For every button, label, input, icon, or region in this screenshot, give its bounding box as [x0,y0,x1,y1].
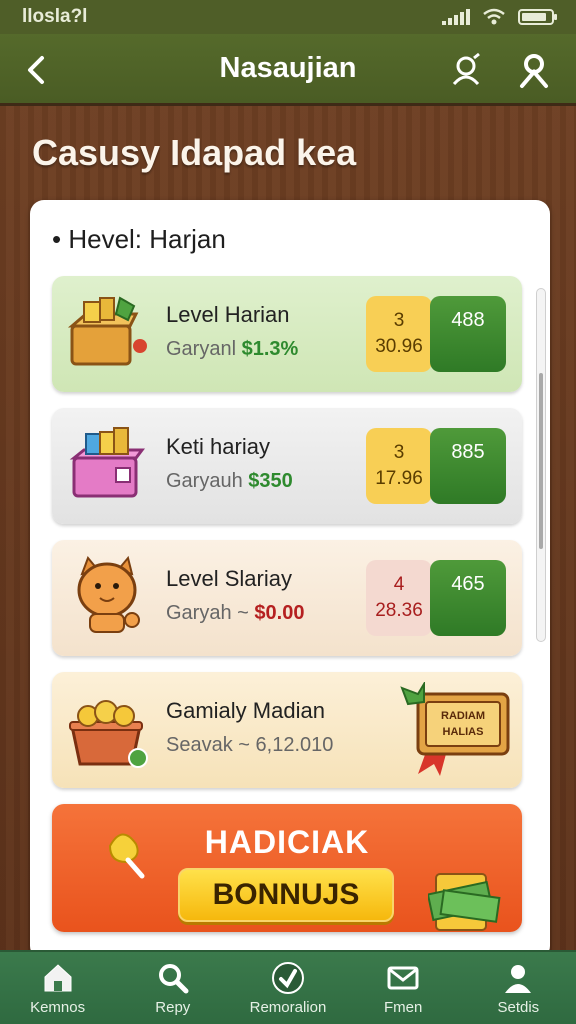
wifi-icon [483,8,505,25]
badge-value: 30.96 [375,336,423,357]
nav-item-mail[interactable]: Fmen [353,961,453,1016]
badge-icon [271,961,304,994]
score-value: 488 [451,309,485,331]
badge-level: 4 [393,574,405,595]
nav-label: Repy [155,998,191,1016]
levels-panel: • Hevel: Harjan Level Harian Garyanl $1.… [30,200,550,960]
app-title: Nasaujian [219,52,357,84]
row-amount: $0.00 [254,602,305,624]
level-row[interactable]: Level Harian Garyanl $1.3% 3 30.96 488 [52,276,522,392]
nav-label: Remoralion [249,998,327,1016]
row-subtitle: Garyanl $1.3% [166,338,298,361]
level-badge: 3 30.96 [366,296,432,372]
reward-tag-icon[interactable]: RADIAM HALIAS [396,682,512,778]
badge-level: 3 [393,442,405,463]
score-badge[interactable]: 465 [430,560,506,636]
score-badge[interactable]: 488 [430,296,506,372]
row-sub-label: Garyanl [166,338,237,360]
app-bar: Nasaujian [0,34,576,106]
mail-icon [387,966,419,989]
score-value: 885 [451,441,485,463]
row-amount: $1.3% [241,338,299,360]
search-icon [158,963,189,993]
battery-icon [518,9,557,25]
cash-register-icon [428,873,501,931]
row-sub-label: Seavak ~ [166,734,250,756]
user-icon[interactable] [514,50,554,90]
nav-item-search[interactable]: Repy [123,961,223,1016]
level-badge: 3 17.96 [366,428,432,504]
chevron-left-icon [28,56,44,84]
bonus-button[interactable]: BONNUJS [178,868,394,922]
row-amount: $350 [248,470,293,492]
coin-pot-icon [69,700,148,768]
reward-tag-line2: HALIAS [443,726,484,738]
badge-value: 17.96 [375,468,423,489]
status-icons [442,8,557,26]
badge-level: 3 [393,310,405,331]
status-bar: llosla?l [0,0,576,34]
row-title: Level Harian [166,302,290,327]
nav-item-home[interactable]: Kemnos [8,961,108,1016]
profile-icon [505,964,532,993]
score-badge[interactable]: 885 [430,428,506,504]
bonus-banner[interactable]: HADICIAK BONNUJS [52,804,522,932]
score-value: 465 [451,573,485,595]
profile-search-icon[interactable] [446,50,486,90]
status-time: llosla?l [22,6,88,27]
nav-item-rewards[interactable]: Remoralion [238,961,338,1016]
level-badge: 4 28.36 [366,560,432,636]
bonus-title: HADICIAK [204,824,370,860]
row-title: Gamialy Madian [166,698,325,723]
gift-box-icon [67,296,147,366]
panel-subtitle: • Hevel: Harjan [52,224,226,254]
scrollbar[interactable] [536,288,546,642]
row-subtitle: Seavak ~ 6,12.010 [166,734,333,757]
nav-label: Setdis [497,998,540,1016]
back-button[interactable] [18,50,54,90]
bottom-nav: Kemnos Repy Remoralion Fmen Setdis [0,950,576,1024]
row-title: Level Slariay [166,566,292,591]
level-row[interactable]: Level Slariay Garyah ~ $0.00 4 28.36 465 [52,540,522,656]
panel-subtitle-text: Hevel: Harjan [68,224,226,254]
row-subtitle: Garyah ~ $0.00 [166,602,304,625]
nav-item-settings[interactable]: Setdis [468,961,568,1016]
home-icon [44,963,72,991]
row-title: Keti hariay [166,434,270,459]
signal-icon [442,9,470,25]
level-row[interactable]: Gamialy Madian Seavak ~ 6,12.010 RADIAM … [52,672,522,788]
treasure-box-icon [69,427,145,498]
reward-tag-line1: RADIAM [441,710,485,722]
row-sub-label: Garyauh [166,470,243,492]
level-row[interactable]: Keti hariay Garyauh $350 3 17.96 885 [52,408,522,524]
badge-value: 28.36 [375,600,423,621]
row-amount: 6,12.010 [255,734,334,756]
row-subtitle: Garyauh $350 [166,470,293,493]
scrollbar-thumb[interactable] [539,373,543,549]
nav-label: Fmen [383,998,423,1016]
nav-label: Kemnos [30,998,86,1016]
page-heading: Casusy Idapad kea [32,132,357,173]
cat-mascot-icon [77,555,140,633]
row-sub-label: Garyah ~ [166,602,249,624]
